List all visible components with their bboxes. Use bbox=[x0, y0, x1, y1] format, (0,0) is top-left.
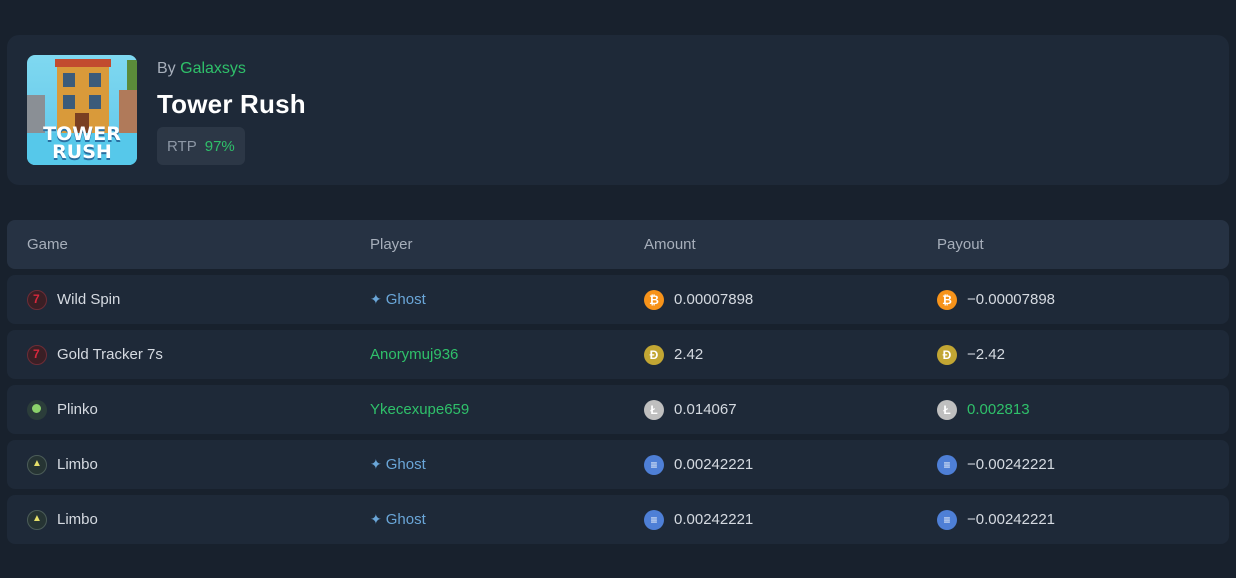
player-cell: Ykecexupe659 bbox=[370, 385, 469, 434]
ghost-icon: ✦ bbox=[370, 511, 382, 527]
column-header-payout: Payout bbox=[937, 236, 984, 253]
slots-icon bbox=[27, 289, 47, 310]
amount-value: 0.00007898 bbox=[674, 291, 754, 308]
payout-value: −0.00242221 bbox=[967, 511, 1056, 528]
hidden-player: ✦ Ghost bbox=[370, 511, 426, 528]
amount-value: 2.42 bbox=[674, 346, 704, 363]
amount-cell: Ð 2.42 bbox=[644, 330, 703, 379]
game-cell[interactable]: Limbo bbox=[27, 495, 98, 544]
solana-icon: ≡ bbox=[937, 454, 957, 475]
table-row[interactable]: Plinko Ykecexupe659 Ł 0.014067 Ł 0.002813 bbox=[7, 385, 1229, 434]
solana-icon: ≡ bbox=[644, 454, 664, 475]
payout-value: −0.00242221 bbox=[967, 456, 1056, 473]
by-label: By bbox=[157, 60, 176, 77]
game-name[interactable]: Plinko bbox=[57, 401, 98, 418]
game-cell[interactable]: Plinko bbox=[27, 385, 98, 434]
limbo-icon bbox=[27, 454, 47, 475]
hidden-player: ✦ Ghost bbox=[370, 456, 426, 473]
player-cell: Anorymuj936 bbox=[370, 330, 458, 379]
ghost-icon: ✦ bbox=[370, 456, 382, 472]
game-name[interactable]: Wild Spin bbox=[57, 291, 120, 308]
dogecoin-icon: Ð bbox=[937, 344, 957, 365]
limbo-icon bbox=[27, 509, 47, 530]
player-link[interactable]: Ykecexupe659 bbox=[370, 401, 469, 418]
provider-link[interactable]: Galaxsys bbox=[180, 60, 246, 77]
solana-icon: ≡ bbox=[644, 509, 664, 530]
dogecoin-icon: Ð bbox=[644, 344, 664, 365]
table-row[interactable]: Limbo ✦Ghost ≡ 0.00242221 ≡ −0.00242221 bbox=[7, 440, 1229, 489]
column-header-amount: Amount bbox=[644, 236, 696, 253]
player-cell: ✦ Ghost bbox=[370, 495, 426, 544]
game-name[interactable]: Limbo bbox=[57, 456, 98, 473]
player-link[interactable]: Anorymuj936 bbox=[370, 346, 458, 363]
amount-value: 0.00242221 bbox=[674, 511, 754, 528]
game-cell[interactable]: Gold Tracker 7s bbox=[27, 330, 163, 379]
game-cell[interactable]: Limbo bbox=[27, 440, 98, 489]
rtp-label: RTP bbox=[167, 137, 197, 155]
game-thumbnail[interactable]: TOWER RUSH bbox=[27, 55, 137, 165]
bitcoin-icon: ₿ bbox=[644, 289, 664, 310]
rtp-badge: RTP 97% bbox=[157, 127, 245, 165]
payout-cell: ≡ −0.00242221 bbox=[937, 495, 1055, 544]
game-header-card: TOWER RUSH By Galaxsys Tower Rush RTP 97… bbox=[7, 35, 1229, 185]
game-title: Tower Rush bbox=[157, 89, 306, 119]
amount-value: 0.00242221 bbox=[674, 456, 754, 473]
bets-table-header: Game Player Amount Payout bbox=[7, 220, 1229, 269]
solana-icon: ≡ bbox=[937, 509, 957, 530]
player-cell: ✦ Ghost bbox=[370, 275, 426, 324]
game-name[interactable]: Gold Tracker 7s bbox=[57, 346, 163, 363]
payout-value: 0.002813 bbox=[967, 401, 1030, 418]
ghost-icon: ✦ bbox=[370, 291, 382, 307]
player-name: Ghost bbox=[385, 456, 426, 473]
payout-cell: ₿ −0.00007898 bbox=[937, 275, 1055, 324]
game-name[interactable]: Limbo bbox=[57, 511, 98, 528]
amount-cell: ≡ 0.00242221 bbox=[644, 440, 753, 489]
payout-cell: Ł 0.002813 bbox=[937, 385, 1030, 434]
amount-cell: ₿ 0.00007898 bbox=[644, 275, 753, 324]
amount-cell: Ł 0.014067 bbox=[644, 385, 737, 434]
provider-line: By Galaxsys bbox=[157, 60, 246, 78]
player-name: Ghost bbox=[385, 291, 426, 308]
thumbnail-title: TOWER RUSH bbox=[43, 123, 121, 163]
player-cell: ✦ Ghost bbox=[370, 440, 426, 489]
slots-icon bbox=[27, 344, 47, 365]
payout-cell: ≡ −0.00242221 bbox=[937, 440, 1055, 489]
game-cell[interactable]: Wild Spin bbox=[27, 275, 120, 324]
litecoin-icon: Ł bbox=[644, 399, 664, 420]
table-row[interactable]: Limbo ✦Ghost ≡ 0.00242221 ≡ −0.00242221 bbox=[7, 495, 1229, 544]
bitcoin-icon: ₿ bbox=[937, 289, 957, 310]
table-row[interactable]: Gold Tracker 7s Anorymuj936 Ð 2.42 Ð −2.42 bbox=[7, 330, 1229, 379]
rtp-value: 97% bbox=[204, 137, 235, 155]
payout-value: −2.42 bbox=[967, 346, 1005, 363]
payout-value: −0.00007898 bbox=[967, 291, 1056, 308]
litecoin-icon: Ł bbox=[937, 399, 957, 420]
amount-value: 0.014067 bbox=[674, 401, 737, 418]
table-row[interactable]: Wild Spin ✦Ghost ₿ 0.00007898 ₿ −0.00007898 bbox=[7, 275, 1229, 324]
amount-cell: ≡ 0.00242221 bbox=[644, 495, 753, 544]
plinko-icon bbox=[27, 399, 47, 420]
payout-cell: Ð −2.42 bbox=[937, 330, 1005, 379]
player-name: Ghost bbox=[385, 511, 426, 528]
hidden-player: ✦ Ghost bbox=[370, 291, 426, 308]
column-header-player: Player bbox=[370, 236, 413, 253]
column-header-game: Game bbox=[27, 236, 68, 253]
